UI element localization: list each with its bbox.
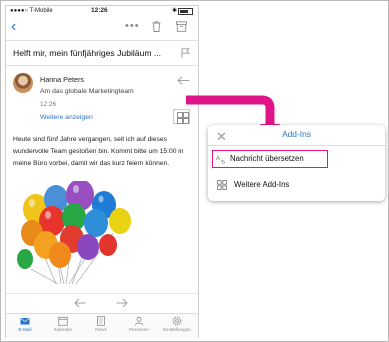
- translate-message-label: Nachricht übersetzen: [230, 154, 304, 163]
- back-icon[interactable]: ‹: [11, 18, 16, 36]
- more-addins-label: Weitere Add-Ins: [234, 180, 290, 189]
- translate-message-item[interactable]: Aち Nachricht übersetzen: [212, 150, 328, 168]
- sender-name[interactable]: Hanna Peters: [40, 75, 84, 84]
- flag-icon[interactable]: [181, 48, 190, 58]
- mail-icon: [20, 318, 30, 325]
- calendar-icon: [58, 316, 68, 326]
- reply-icon[interactable]: [177, 76, 190, 85]
- avatar: [13, 73, 33, 93]
- tab-news[interactable]: News: [82, 316, 120, 332]
- message-toolbar: ‹ •••: [6, 17, 198, 39]
- status-bar: ●●●●○ T-Mobile 12:26 ✱: [6, 6, 198, 16]
- bluetooth-icon: ✱: [171, 8, 177, 14]
- archive-icon[interactable]: [176, 21, 187, 32]
- message-time: 12:26: [40, 101, 56, 108]
- show-more-link[interactable]: Weitere anzeigen: [40, 114, 93, 121]
- addins-panel: ✕ Add-Ins Aち Nachricht übersetzen Weiter…: [208, 125, 385, 201]
- trash-icon[interactable]: [152, 21, 161, 32]
- tab-label: Personen: [129, 327, 149, 332]
- message-nav: [6, 293, 198, 312]
- tab-label: E-Mail: [18, 327, 32, 332]
- carrier-label: ●●●●○ T-Mobile: [10, 8, 53, 14]
- message-subject: Helft mir, mein fünfjähriges Jubiläum ..…: [13, 48, 162, 58]
- message-body: Heute sind fünf Jahre vergangen, seit ic…: [13, 136, 184, 167]
- previous-message-icon[interactable]: [74, 298, 86, 308]
- people-icon: [134, 316, 144, 326]
- settings-icon: [172, 316, 182, 326]
- tab-settings[interactable]: Einstellungen: [158, 316, 196, 332]
- next-message-icon[interactable]: [116, 298, 128, 308]
- tab-calendar[interactable]: Kalender: [44, 316, 82, 332]
- tab-mail[interactable]: E-Mail: [6, 316, 44, 332]
- news-icon: [97, 316, 105, 326]
- battery-icon: [178, 8, 193, 15]
- tab-bar: E-Mail Kalender News Personen Einstellun…: [6, 313, 198, 338]
- tab-people[interactable]: Personen: [120, 316, 158, 332]
- divider: [208, 145, 385, 146]
- more-icon[interactable]: •••: [125, 20, 140, 32]
- svg-text:A: A: [216, 156, 220, 162]
- svg-text:ち: ち: [221, 160, 226, 165]
- tab-label: Kalender: [53, 327, 73, 332]
- more-addins-item[interactable]: Weitere Add-Ins: [212, 176, 383, 194]
- phone-screen: ●●●●○ T-Mobile 12:26 ✱ ‹ ••• Helft mir, …: [5, 5, 199, 338]
- addins-icon: [217, 180, 227, 190]
- status-time: 12:26: [91, 7, 108, 14]
- tab-label: News: [95, 327, 107, 332]
- tab-label: Einstellungen: [163, 327, 191, 332]
- recipient-line[interactable]: Am das globale Marketingteam: [40, 88, 134, 95]
- translate-icon: Aち: [216, 156, 226, 165]
- subject-bar: Helft mir, mein fünfjähriges Jubiläum ..…: [6, 40, 198, 66]
- addins-icon[interactable]: [173, 109, 190, 124]
- panel-title: Add-Ins: [282, 129, 311, 139]
- balloons-image: [17, 181, 131, 285]
